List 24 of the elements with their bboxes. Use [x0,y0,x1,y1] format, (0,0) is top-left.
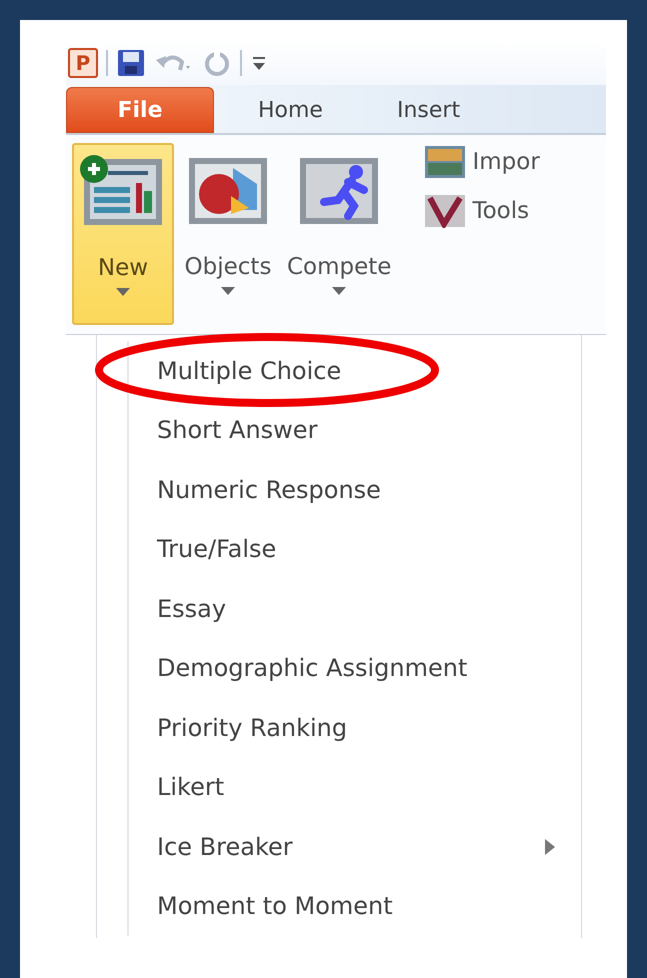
save-icon[interactable] [116,48,146,78]
ribbon-button[interactable]: Tools [424,194,540,228]
ribbon-button[interactable]: Impor [424,145,540,180]
caret-icon [332,287,346,295]
menu-item[interactable]: Short Answer [127,400,581,460]
menu-item[interactable]: Demographic Assignment [127,638,581,698]
caret-icon [116,288,130,296]
menu-item[interactable]: Likert [127,758,581,817]
import-icon [424,145,466,180]
menu-item[interactable]: Numeric Response [127,460,581,520]
menu-item[interactable]: Multiple Choice [127,341,581,400]
menu-item[interactable]: Essay [127,579,581,638]
ribbon-tab[interactable]: Insert [352,87,460,133]
ribbon-tab[interactable]: Home [214,87,323,133]
caret-icon [221,287,235,295]
menu-item[interactable]: Moment to Moment [127,876,581,936]
app-logo: P [68,48,98,78]
menu-item[interactable]: Priority Ranking [127,698,581,758]
ribbon-button[interactable]: Compete [282,143,396,325]
menu-item[interactable]: Ice Breaker [127,817,581,876]
ribbon-button[interactable]: Objects [178,143,278,325]
submenu-arrow-icon [545,838,555,855]
menu-item[interactable]: True/False [127,520,581,579]
ribbon-button[interactable]: New [72,143,174,325]
